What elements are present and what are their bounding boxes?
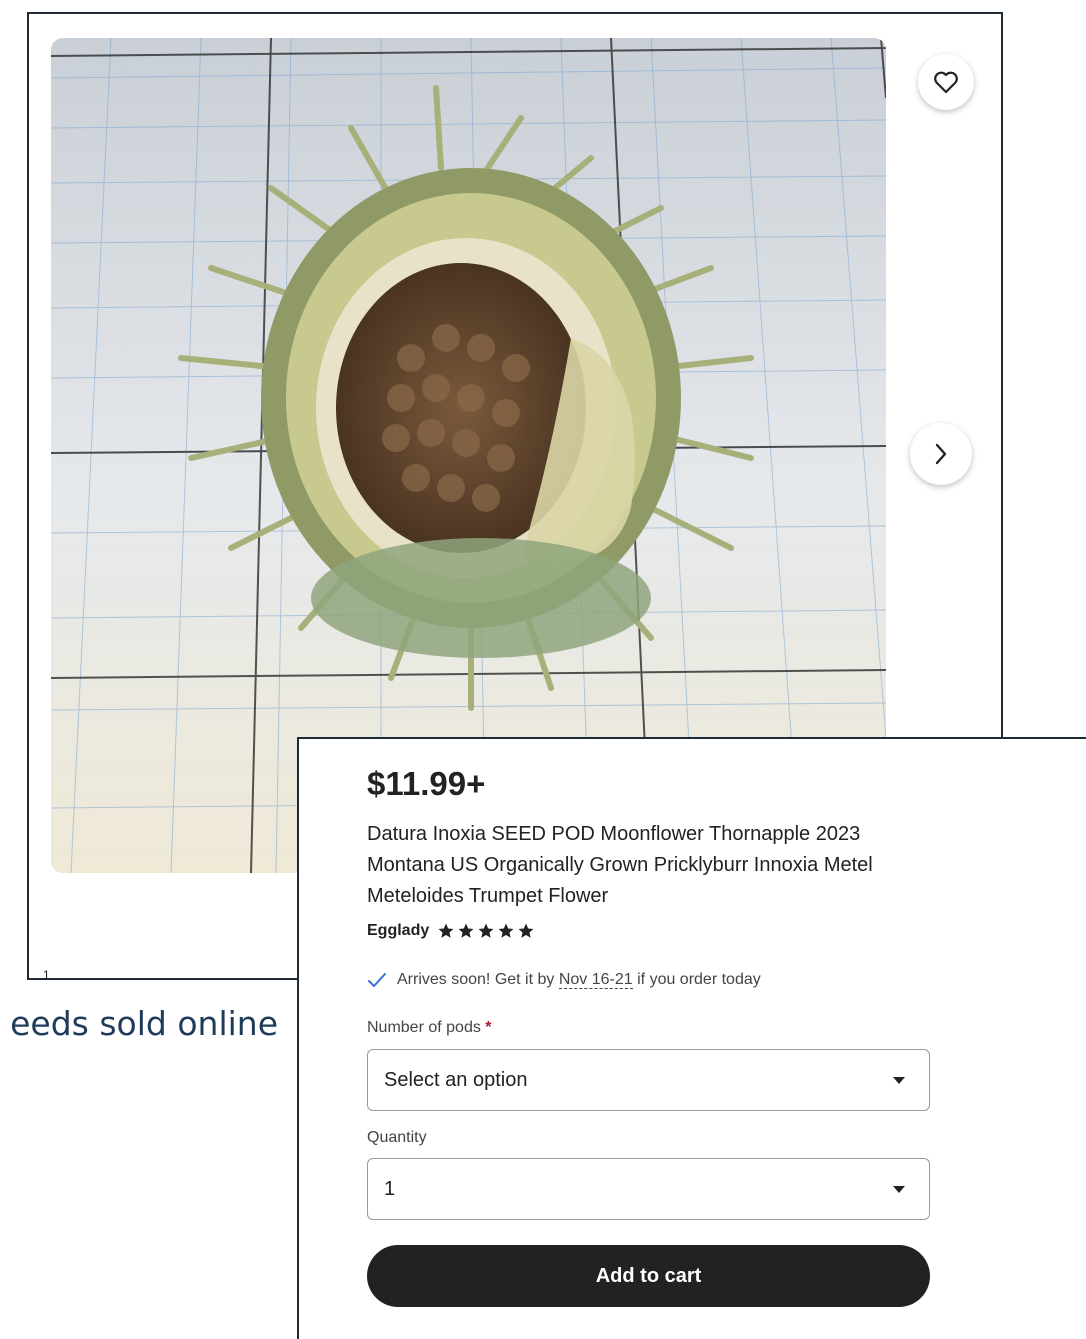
favorite-button[interactable] [918,54,974,110]
dropdown-caret-icon [893,1076,905,1084]
checkmark-icon [368,973,386,987]
star-icon [438,923,454,938]
slide-caption: eeds sold online [0,1004,278,1048]
quantity-select[interactable]: 1 [367,1158,930,1220]
chevron-right-icon [935,443,947,465]
delivery-date[interactable]: Nov 16-21 [558,971,633,989]
seller-name[interactable]: Egglady [367,922,429,940]
heart-outline-icon [934,71,958,94]
product-purchase-card: $11.99+ Datura Inoxia SEED POD Moonflowe… [297,737,1086,1339]
quantity-label: Quantity [367,1129,427,1146]
required-marker: * [485,1019,492,1036]
quantity-value: 1 [384,1177,396,1200]
product-price: $11.99+ [367,765,486,802]
next-image-button[interactable] [910,423,972,485]
caption-text: eeds sold online [10,1004,278,1043]
pods-option-select[interactable]: Select an option [367,1049,930,1111]
star-rating [437,922,535,940]
delivery-estimate: Arrives soon! Get it by Nov 16-21 if you… [367,971,761,989]
pods-option-label: Number of pods * [367,1019,492,1036]
page-number: 1 [43,968,50,982]
add-to-cart-button[interactable]: Add to cart [367,1245,930,1307]
star-icon [518,923,534,938]
delivery-text: Arrives soon! Get it by Nov 16-21 if you… [397,971,761,989]
star-icon [478,923,494,938]
star-icon [458,923,474,938]
seller-info: Egglady [367,922,535,940]
star-icon [498,923,514,938]
pods-option-value: Select an option [384,1068,528,1091]
dropdown-caret-icon [893,1185,905,1193]
product-title: Datura Inoxia SEED POD Moonflower Thorna… [367,823,873,907]
